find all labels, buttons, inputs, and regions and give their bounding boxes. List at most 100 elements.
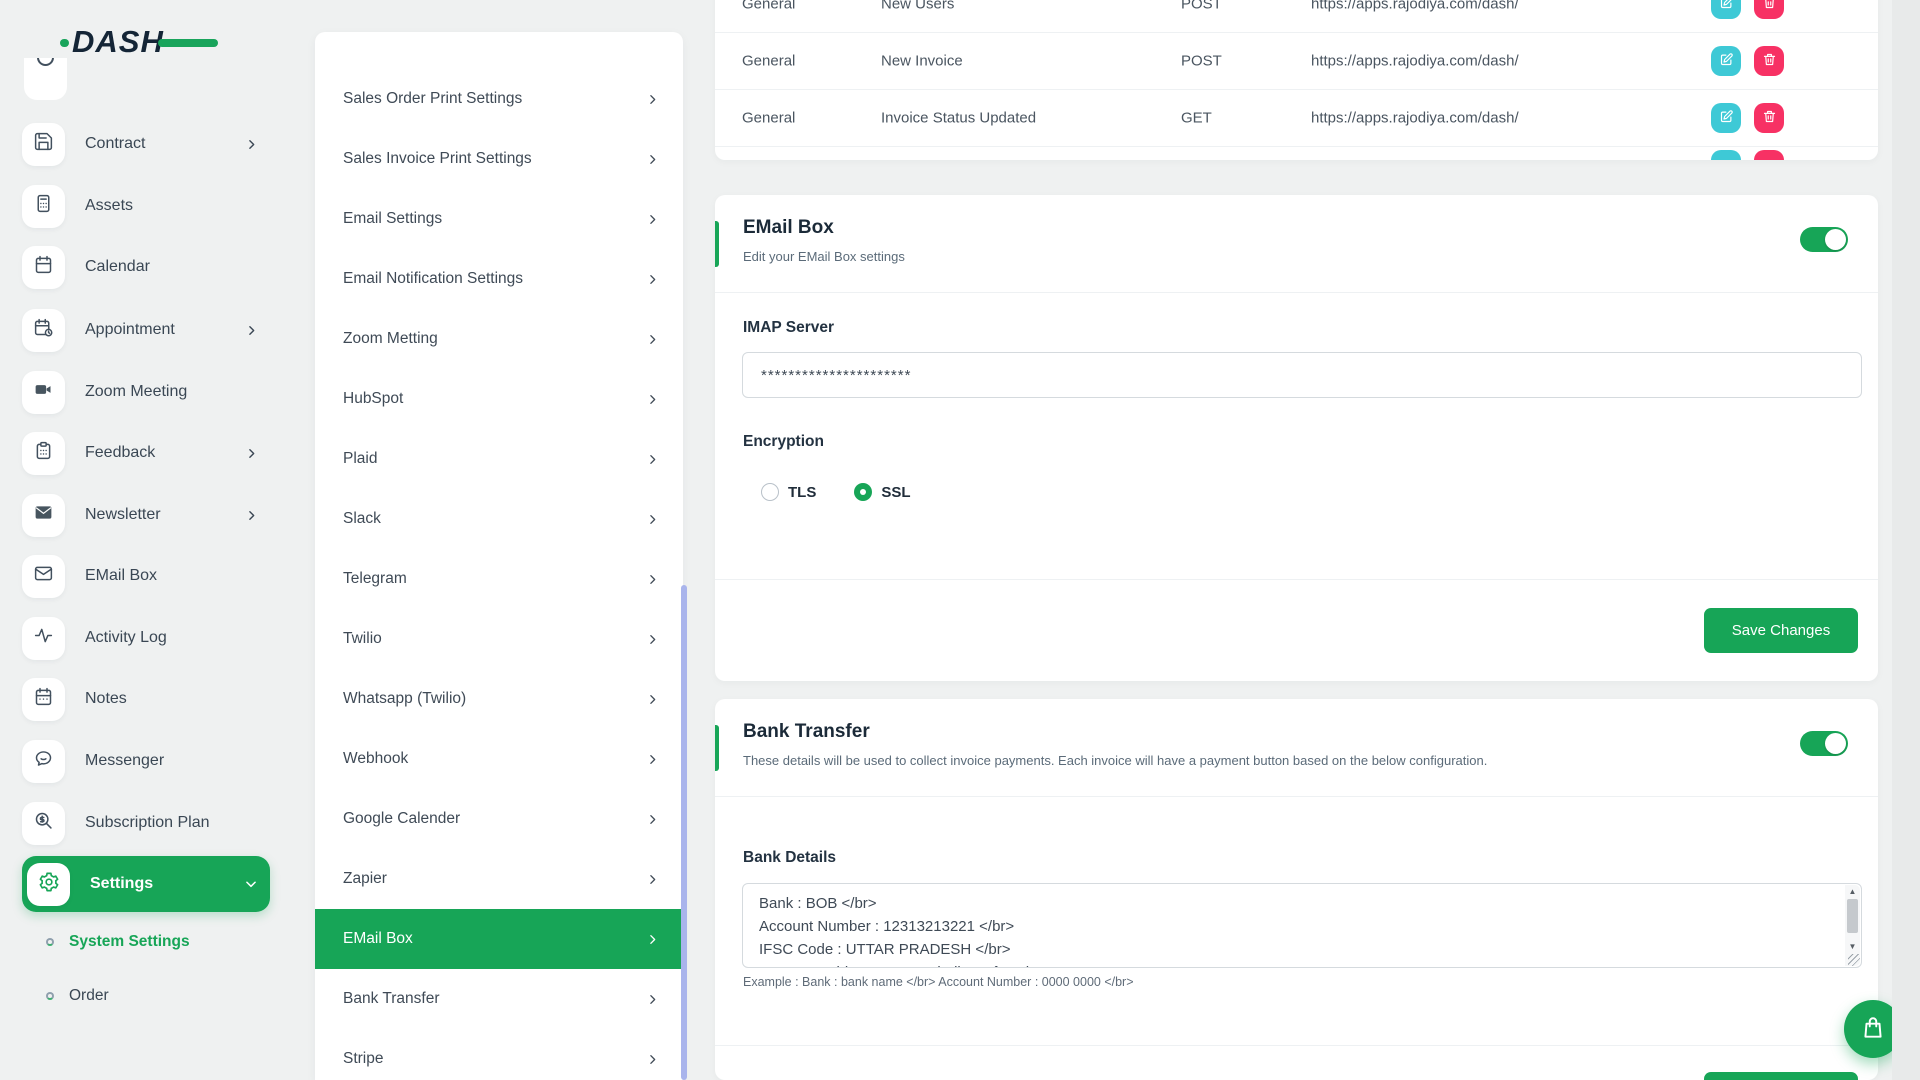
clipboard-icon: [33, 440, 54, 466]
cell-module: General: [742, 53, 795, 70]
envelope-filled-icon: [33, 502, 54, 528]
edit-button[interactable]: [1711, 103, 1741, 133]
sidebar-item-subscription-plan[interactable]: Subscription Plan: [22, 801, 270, 845]
trash-icon: [1762, 109, 1777, 127]
sidebar-item-settings[interactable]: Settings: [22, 856, 270, 912]
scrollbar-thumb[interactable]: [1847, 899, 1858, 933]
bank-transfer-card: Bank Transfer These details will be used…: [715, 699, 1878, 1080]
notes-icon: [33, 686, 54, 712]
clock-icon: [37, 58, 54, 66]
chevron-right-icon: [646, 933, 659, 946]
radio-unchecked-icon: [761, 483, 779, 501]
bank-details-textarea[interactable]: Bank : BOB </br> Account Number : 123132…: [742, 883, 1862, 968]
sidebar-item-label: EMail Box: [85, 567, 157, 585]
menu-item-webhook[interactable]: Webhook: [315, 729, 683, 789]
table-row: General New Invoice POST https://apps.ra…: [715, 33, 1878, 90]
sidebar-item-contract[interactable]: Contract: [22, 122, 270, 166]
menu-item-whatsapp-twilio[interactable]: Whatsapp (Twilio): [315, 669, 683, 729]
logo-dot-accent: [60, 39, 69, 47]
divider: [715, 579, 1878, 580]
menu-item-sales-order-print-settings[interactable]: Sales Order Print Settings: [315, 69, 683, 129]
sidebar-item-email-box[interactable]: EMail Box: [22, 554, 270, 598]
menu-item-telegram[interactable]: Telegram: [315, 549, 683, 609]
sidebar-item-partial[interactable]: [24, 58, 67, 100]
bullet-icon: [46, 938, 54, 946]
sidebar-item-zoom-meeting[interactable]: Zoom Meeting: [22, 370, 270, 414]
sidebar-item-calendar[interactable]: Calendar: [22, 245, 270, 289]
menu-item-stripe[interactable]: Stripe: [315, 1029, 683, 1080]
sidebar-item-notes[interactable]: Notes: [22, 677, 270, 721]
menu-item-email-box[interactable]: EMail Box: [315, 909, 683, 969]
menu-item-twilio[interactable]: Twilio: [315, 609, 683, 669]
green-accent-bar: [715, 725, 719, 771]
chevron-right-icon: [646, 573, 659, 586]
gear-icon: [38, 871, 60, 898]
calendar-clock-icon: [33, 317, 54, 343]
email-box-card-header: EMail Box Edit your EMail Box settings: [715, 195, 1878, 293]
shopping-bag-icon: [1860, 1015, 1886, 1044]
submenu-scrollbar[interactable]: [681, 585, 687, 1080]
email-box-toggle[interactable]: [1800, 227, 1848, 252]
sidebar-subitem-order[interactable]: Order: [46, 982, 109, 1010]
video-camera-icon: [33, 379, 54, 405]
radio-option-ssl[interactable]: SSL: [854, 483, 910, 501]
sidebar-item-feedback[interactable]: Feedback: [22, 431, 270, 475]
bank-details-label: Bank Details: [743, 849, 836, 867]
scroll-up-icon[interactable]: ▲: [1845, 886, 1860, 898]
sidebar-item-appointment[interactable]: Appointment: [22, 308, 270, 352]
cell-method: POST: [1181, 0, 1222, 13]
chevron-right-icon: [646, 273, 659, 286]
cell-event: Invoice Status Updated: [881, 110, 1036, 127]
sidebar-item-messenger[interactable]: Messenger: [22, 739, 270, 783]
menu-item-slack[interactable]: Slack: [315, 489, 683, 549]
app: DASH Contract Assets Calendar Appointmen…: [0, 0, 1920, 1080]
chevron-right-icon: [646, 693, 659, 706]
radio-option-tls[interactable]: TLS: [761, 483, 816, 501]
cell-module: General: [742, 0, 795, 13]
logo-text: DASH: [72, 24, 164, 59]
green-accent-bar: [715, 221, 719, 267]
chevron-right-icon: [646, 813, 659, 826]
calendar-icon: [33, 254, 54, 280]
menu-item-hubspot[interactable]: HubSpot: [315, 369, 683, 429]
cell-module: General: [742, 110, 795, 127]
scroll-down-icon[interactable]: ▼: [1845, 941, 1860, 953]
chevron-right-icon: [646, 153, 659, 166]
page-scrollbar[interactable]: [1892, 0, 1920, 1080]
sidebar-subitem-system-settings[interactable]: System Settings: [46, 928, 190, 956]
cell-url: https://apps.rajodiya.com/dash/: [1311, 110, 1519, 127]
menu-item-google-calender[interactable]: Google Calender: [315, 789, 683, 849]
menu-item-plaid[interactable]: Plaid: [315, 429, 683, 489]
edit-button[interactable]: [1711, 46, 1741, 76]
calculator-icon: [33, 193, 54, 219]
sidebar-item-newsletter[interactable]: Newsletter: [22, 493, 270, 537]
resize-handle-icon[interactable]: [1848, 954, 1860, 966]
edit-button[interactable]: [1711, 150, 1741, 160]
sidebar-item-assets[interactable]: Assets: [22, 184, 270, 228]
sidebar-item-activity-log[interactable]: Activity Log: [22, 616, 270, 660]
menu-item-email-settings[interactable]: Email Settings: [315, 189, 683, 249]
menu-item-sales-invoice-print-settings[interactable]: Sales Invoice Print Settings: [315, 129, 683, 189]
table-row: General New Users POST https://apps.rajo…: [715, 0, 1878, 33]
email-box-card: EMail Box Edit your EMail Box settings I…: [715, 195, 1878, 681]
delete-button[interactable]: [1754, 103, 1784, 133]
menu-item-zapier[interactable]: Zapier: [315, 849, 683, 909]
chevron-right-icon: [245, 138, 258, 151]
menu-item-email-notification-settings[interactable]: Email Notification Settings: [315, 249, 683, 309]
bank-transfer-card-header: Bank Transfer These details will be used…: [715, 699, 1878, 797]
chevron-right-icon: [646, 333, 659, 346]
brand-logo[interactable]: DASH: [72, 24, 222, 60]
imap-server-input[interactable]: [742, 352, 1862, 398]
save-changes-button-partial[interactable]: Save Changes: [1704, 1072, 1858, 1080]
menu-item-bank-transfer[interactable]: Bank Transfer: [315, 969, 683, 1029]
bank-transfer-toggle[interactable]: [1800, 731, 1848, 756]
delete-button[interactable]: [1754, 46, 1784, 76]
sidebar-item-label: Feedback: [85, 444, 155, 462]
menu-item-zoom-metting[interactable]: Zoom Metting: [315, 309, 683, 369]
edit-button[interactable]: [1711, 0, 1741, 19]
delete-button[interactable]: [1754, 0, 1784, 19]
table-row: General Invoice Status Updated GET https…: [715, 90, 1878, 147]
save-changes-button[interactable]: Save Changes: [1704, 608, 1858, 653]
delete-button[interactable]: [1754, 150, 1784, 160]
sidebar-subitem-label: System Settings: [69, 933, 190, 951]
